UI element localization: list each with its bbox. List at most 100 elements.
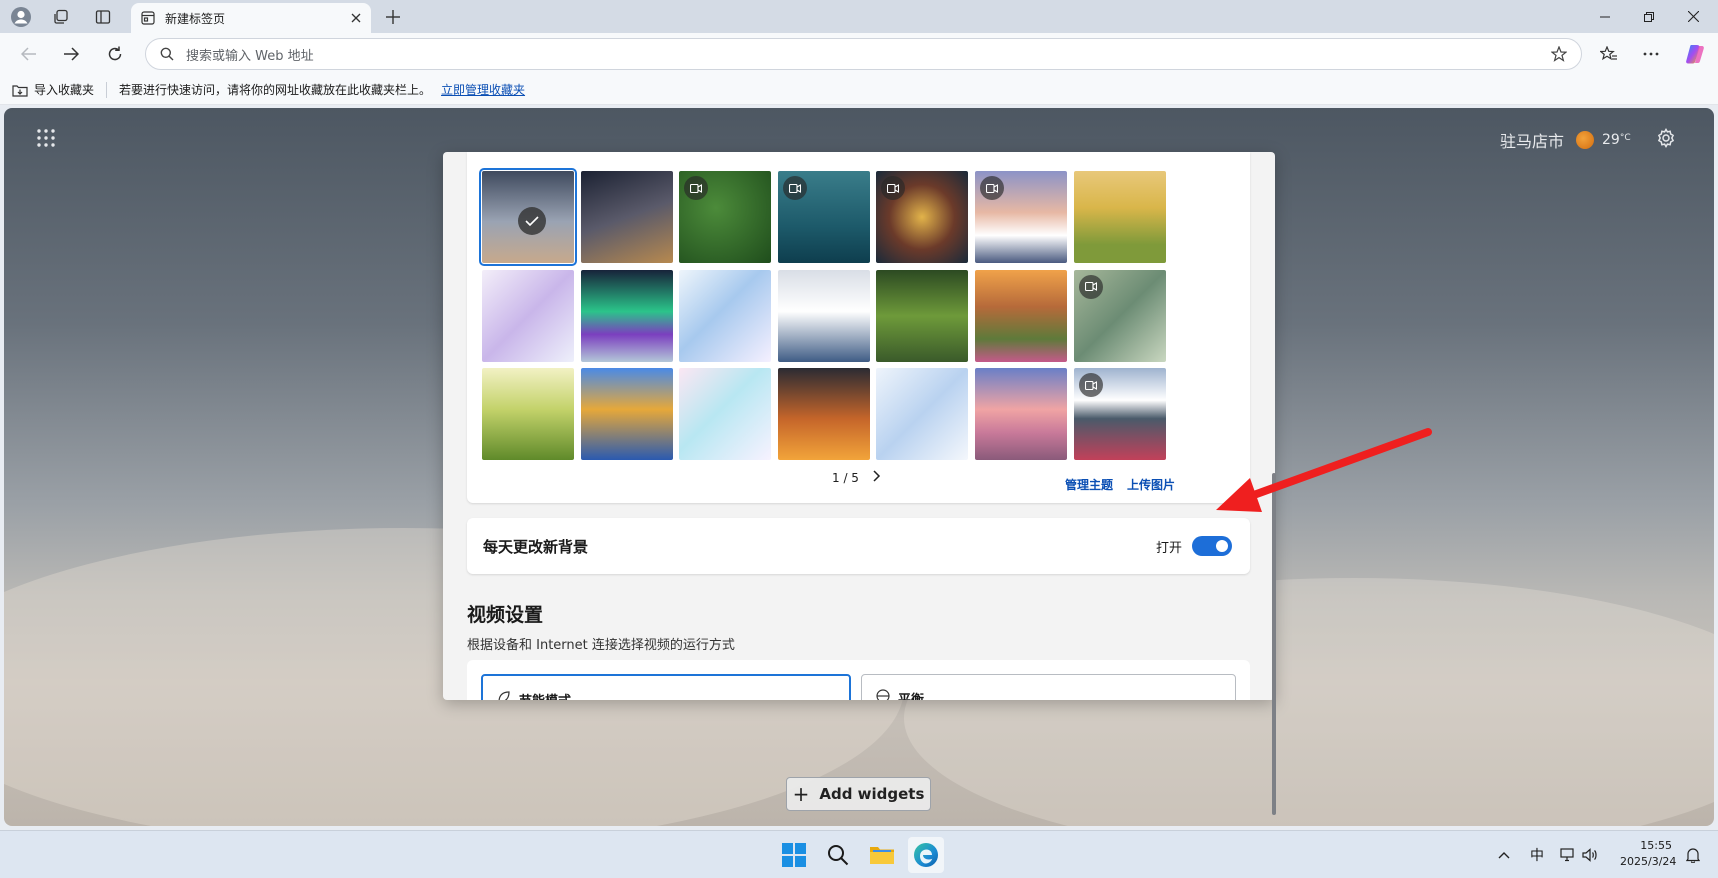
notification-bell-icon[interactable] (1686, 847, 1700, 863)
system-clock[interactable]: 15:55 2025/3/24 (1620, 838, 1677, 870)
file-explorer-button[interactable] (864, 837, 900, 873)
app-launcher-button[interactable] (36, 128, 56, 151)
close-window-button[interactable] (1670, 0, 1716, 33)
background-thumbnail[interactable] (580, 368, 673, 461)
start-button[interactable] (776, 837, 812, 873)
panel-scrollbar[interactable] (1272, 473, 1276, 815)
background-thumbnail[interactable] (975, 368, 1067, 461)
favorites-hint: 若要进行快速访问，请将你的网址收藏放在此收藏夹栏上。 (119, 83, 432, 97)
background-thumbnail[interactable] (777, 171, 870, 263)
manage-favorites-link[interactable]: 立即管理收藏夹 (441, 81, 525, 98)
background-thumbnail[interactable] (679, 269, 772, 362)
manage-themes-link[interactable]: 管理主题 (1065, 476, 1113, 493)
background-thumbnail[interactable] (679, 171, 772, 263)
back-button[interactable] (14, 40, 44, 68)
background-thumbnail[interactable] (1073, 171, 1166, 263)
balanced-mode-option[interactable]: 平衡 (861, 674, 1236, 700)
background-thumbnail[interactable] (679, 368, 772, 461)
background-thumbnail[interactable] (876, 368, 969, 461)
tab-bar: 新建标签页 (0, 0, 1718, 33)
app-grid-icon (37, 129, 55, 147)
import-favorites-button[interactable]: 导入收藏夹 (34, 81, 94, 98)
more-menu-button[interactable] (1636, 40, 1666, 68)
background-thumbnail[interactable] (1073, 368, 1166, 461)
background-thumbnail[interactable] (777, 368, 870, 461)
close-tab-icon[interactable] (351, 13, 361, 23)
folder-icon (870, 847, 894, 864)
add-widgets-label: Add widgets (819, 785, 925, 803)
page-indicator: 1 / 5 (832, 470, 859, 485)
ime-indicator[interactable]: 中 (1530, 845, 1544, 865)
page-settings-button[interactable] (1656, 128, 1676, 151)
background-thumbnail[interactable] (479, 168, 577, 266)
chevron-right-icon (873, 470, 881, 482)
gallery-pager: 1 / 5 (832, 470, 881, 485)
profile-button[interactable] (6, 3, 36, 31)
add-widgets-button[interactable]: + Add widgets (786, 777, 931, 811)
tab-title: 新建标签页 (165, 11, 226, 26)
upload-image-link[interactable]: 上传图片 (1127, 476, 1175, 493)
search-icon (828, 845, 849, 866)
video-camera-icon (1078, 373, 1103, 398)
weather-unit: °C (1619, 133, 1631, 143)
background-thumbnail[interactable] (777, 269, 870, 362)
clock-time: 15:55 (1640, 839, 1672, 852)
copilot-icon (1686, 45, 1704, 64)
new-tab-button[interactable] (378, 3, 408, 31)
edge-taskbar-button[interactable] (908, 837, 944, 873)
plus-icon (386, 10, 400, 24)
more-dots-icon (1643, 52, 1659, 56)
refresh-button[interactable] (100, 40, 130, 68)
weather-widget[interactable]: 驻马店市 29 °C (1500, 128, 1631, 152)
restore-icon (1644, 11, 1654, 22)
minimize-icon (1600, 16, 1610, 17)
background-thumbnail[interactable] (975, 171, 1067, 263)
background-thumbnail[interactable] (876, 171, 969, 263)
copilot-button[interactable] (1680, 40, 1710, 68)
eco-mode-option[interactable]: 节能模式 (481, 674, 851, 700)
tab-new-tab[interactable]: 新建标签页 (131, 3, 371, 33)
minimize-button[interactable] (1582, 0, 1628, 33)
annotation-arrow-icon (1216, 428, 1432, 512)
checkmark-icon (518, 207, 546, 235)
profile-icon (11, 7, 31, 27)
background-thumbnail[interactable] (482, 269, 574, 362)
import-favorites-icon (12, 84, 28, 97)
speaker-icon[interactable] (1582, 848, 1598, 862)
edge-browser-icon (914, 843, 938, 867)
background-thumbnail[interactable] (482, 368, 574, 461)
favorite-star-icon[interactable] (1551, 46, 1567, 62)
restore-button[interactable] (1626, 0, 1672, 33)
background-thumbnail[interactable] (580, 269, 673, 362)
next-page-button[interactable] (873, 470, 881, 485)
back-arrow-icon (21, 47, 36, 61)
workspaces-button[interactable] (46, 3, 76, 31)
workspaces-icon (54, 9, 68, 24)
background-thumbnail[interactable] (876, 269, 969, 362)
favorites-list-icon (1600, 46, 1617, 61)
favorites-button[interactable] (1594, 40, 1624, 68)
address-bar[interactable]: 搜索或输入 Web 地址 (145, 38, 1582, 70)
background-thumbnail[interactable] (580, 171, 673, 263)
background-settings-panel: 1 / 5 管理主题 上传图片 每天更改新背景 打开 视频设置 根据设备和 In… (443, 152, 1275, 700)
close-icon (1687, 11, 1699, 22)
toolbar: 搜索或输入 Web 地址 (0, 33, 1718, 75)
vertical-tabs-button[interactable] (88, 3, 118, 31)
daily-background-toggle[interactable] (1192, 536, 1232, 556)
daily-background-label: 每天更改新背景 (483, 537, 589, 556)
favorites-separator (106, 81, 108, 98)
clock-date: 2025/3/24 (1620, 855, 1677, 868)
taskbar-search-button[interactable] (820, 837, 856, 873)
weather-temperature: 29 (1602, 132, 1620, 148)
forward-arrow-icon (64, 47, 79, 61)
favorites-bar: 导入收藏夹 若要进行快速访问，请将你的网址收藏放在此收藏夹栏上。 立即管理收藏夹 (0, 75, 1718, 105)
network-icon[interactable] (1560, 848, 1576, 862)
video-settings-description: 根据设备和 Internet 连接选择视频的运行方式 (467, 638, 735, 653)
background-thumbnail[interactable] (1073, 269, 1166, 362)
toggle-knob (1216, 540, 1228, 552)
chevron-up-icon[interactable] (1498, 851, 1510, 859)
plus-icon: + (792, 782, 810, 806)
new-tab-page-icon (141, 11, 155, 25)
background-thumbnail[interactable] (975, 269, 1067, 362)
forward-button[interactable] (56, 40, 86, 68)
